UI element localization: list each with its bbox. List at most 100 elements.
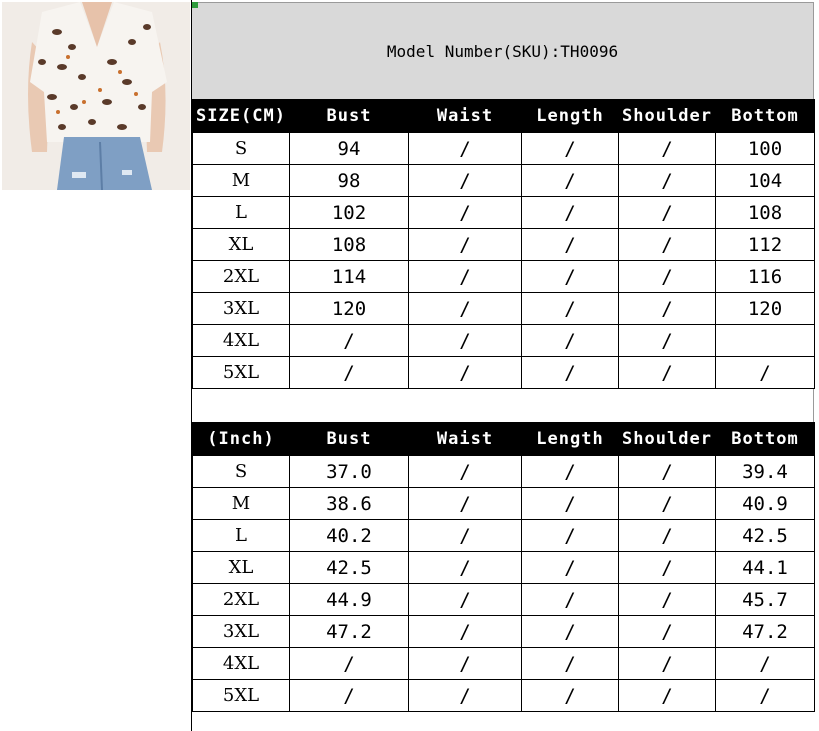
cell-bottom: 39.4 xyxy=(715,455,815,488)
table-spacer xyxy=(192,389,814,422)
cell-length: / xyxy=(521,196,619,229)
cell-bottom: / xyxy=(715,679,815,712)
table-row: 5XL / / / / / xyxy=(192,679,815,712)
cell-size: S xyxy=(192,132,290,165)
cell-length: / xyxy=(521,455,619,488)
cell-length: / xyxy=(521,583,619,616)
header-waist: Waist xyxy=(408,422,522,456)
cell-length: / xyxy=(521,647,619,680)
table-row: S 94///100 xyxy=(192,132,815,165)
cell-length: / xyxy=(521,292,619,325)
product-photo xyxy=(2,2,190,190)
cell-shoulder: / xyxy=(618,519,716,552)
header-length: Length xyxy=(521,422,619,456)
table-row: L 40.2///42.5 xyxy=(192,519,815,552)
cell-shoulder: / xyxy=(618,164,716,197)
header-bust: Bust xyxy=(289,422,409,456)
cell-bust: 94 xyxy=(289,132,409,165)
cell-waist: / xyxy=(408,228,522,261)
cell-length: / xyxy=(521,324,619,357)
table-row: 5XL / / / / / xyxy=(192,356,815,389)
cell-length: / xyxy=(521,228,619,261)
cell-waist: / xyxy=(408,487,522,520)
cell-size: 5XL xyxy=(192,356,290,389)
cell-shoulder: / xyxy=(618,132,716,165)
cell-bottom: 108 xyxy=(715,196,815,229)
cell-bust: 44.9 xyxy=(289,583,409,616)
table-row: 2XL 44.9///45.7 xyxy=(192,583,815,616)
cell-waist: / xyxy=(408,164,522,197)
cell-waist: / xyxy=(408,647,522,680)
cell-waist: / xyxy=(408,324,522,357)
cell-bottom: 104 xyxy=(715,164,815,197)
cell-length: / xyxy=(521,260,619,293)
cell-bust: / xyxy=(289,647,409,680)
table-row: XL 108///112 xyxy=(192,228,815,261)
cell-waist: / xyxy=(408,292,522,325)
cell-bust: 120 xyxy=(289,292,409,325)
photo-blank-area xyxy=(2,190,190,728)
cell-shoulder: / xyxy=(618,324,716,357)
table-row: 3XL 120///120 xyxy=(192,292,815,325)
cell-bottom: 120 xyxy=(715,292,815,325)
cell-bust: / xyxy=(289,324,409,357)
cell-size: S xyxy=(192,455,290,488)
cell-shoulder: / xyxy=(618,615,716,648)
cell-waist: / xyxy=(408,455,522,488)
cell-shoulder: / xyxy=(618,679,716,712)
table-row: L 102///108 xyxy=(192,196,815,229)
model-number-label: Model Number(SKU):TH0096 xyxy=(386,41,619,61)
cell-bust: 42.5 xyxy=(289,551,409,584)
table-header-row: SIZE(CM) Bust Waist Length Shoulder Bott… xyxy=(192,99,815,133)
cell-shoulder: / xyxy=(618,356,716,389)
cell-size: L xyxy=(192,196,290,229)
cell-waist: / xyxy=(408,132,522,165)
cell-size: XL xyxy=(192,551,290,584)
cell-bottom: 44.1 xyxy=(715,551,815,584)
cell-bust: / xyxy=(289,356,409,389)
cell-bottom: 112 xyxy=(715,228,815,261)
cell-length: / xyxy=(521,519,619,552)
table-row: M 38.6///40.9 xyxy=(192,487,815,520)
cell-waist: / xyxy=(408,356,522,389)
cell-bust: 40.2 xyxy=(289,519,409,552)
table-row: S 37.0///39.4 xyxy=(192,455,815,488)
cell-bust: 114 xyxy=(289,260,409,293)
cell-size: 3XL xyxy=(192,615,290,648)
cell-bust: 37.0 xyxy=(289,455,409,488)
cell-waist: / xyxy=(408,583,522,616)
cell-shoulder: / xyxy=(618,487,716,520)
table-row: M 98///104 xyxy=(192,164,815,197)
cell-bottom: 116 xyxy=(715,260,815,293)
cell-bust: 102 xyxy=(289,196,409,229)
cell-waist: / xyxy=(408,615,522,648)
cell-size: L xyxy=(192,519,290,552)
header-waist: Waist xyxy=(408,99,522,133)
cell-size: M xyxy=(192,164,290,197)
cell-bottom: / xyxy=(715,356,815,389)
cell-size: 4XL xyxy=(192,647,290,680)
header-bottom: Bottom xyxy=(715,99,815,133)
header-shoulder: Shoulder xyxy=(618,422,716,456)
header-size-cm: SIZE(CM) xyxy=(192,99,290,133)
cell-selection-marker xyxy=(192,2,198,8)
cell-waist: / xyxy=(408,551,522,584)
size-chart-sheet: Model Number(SKU):TH0096 SIZE(CM) Bust W… xyxy=(192,2,815,712)
cell-length: / xyxy=(521,551,619,584)
header-bottom: Bottom xyxy=(715,422,815,456)
model-number-band: Model Number(SKU):TH0096 xyxy=(192,2,814,99)
table-header-row: (Inch) Bust Waist Length Shoulder Bottom xyxy=(192,422,815,456)
cell-length: / xyxy=(521,679,619,712)
size-table-inch-body: S 37.0///39.4 M 38.6///40.9 L 40.2///42.5 XL 42… xyxy=(192,455,815,712)
cell-waist: / xyxy=(408,519,522,552)
cell-size: 5XL xyxy=(192,679,290,712)
cell-bottom: 40.9 xyxy=(715,487,815,520)
cell-bust: 38.6 xyxy=(289,487,409,520)
cell-size: 3XL xyxy=(192,292,290,325)
cell-shoulder: / xyxy=(618,196,716,229)
cell-length: / xyxy=(521,487,619,520)
cell-shoulder: / xyxy=(618,583,716,616)
cell-bust: 98 xyxy=(289,164,409,197)
table-row: 4XL / / / / / xyxy=(192,647,815,680)
size-table-cm: SIZE(CM) Bust Waist Length Shoulder Bott… xyxy=(192,99,815,389)
